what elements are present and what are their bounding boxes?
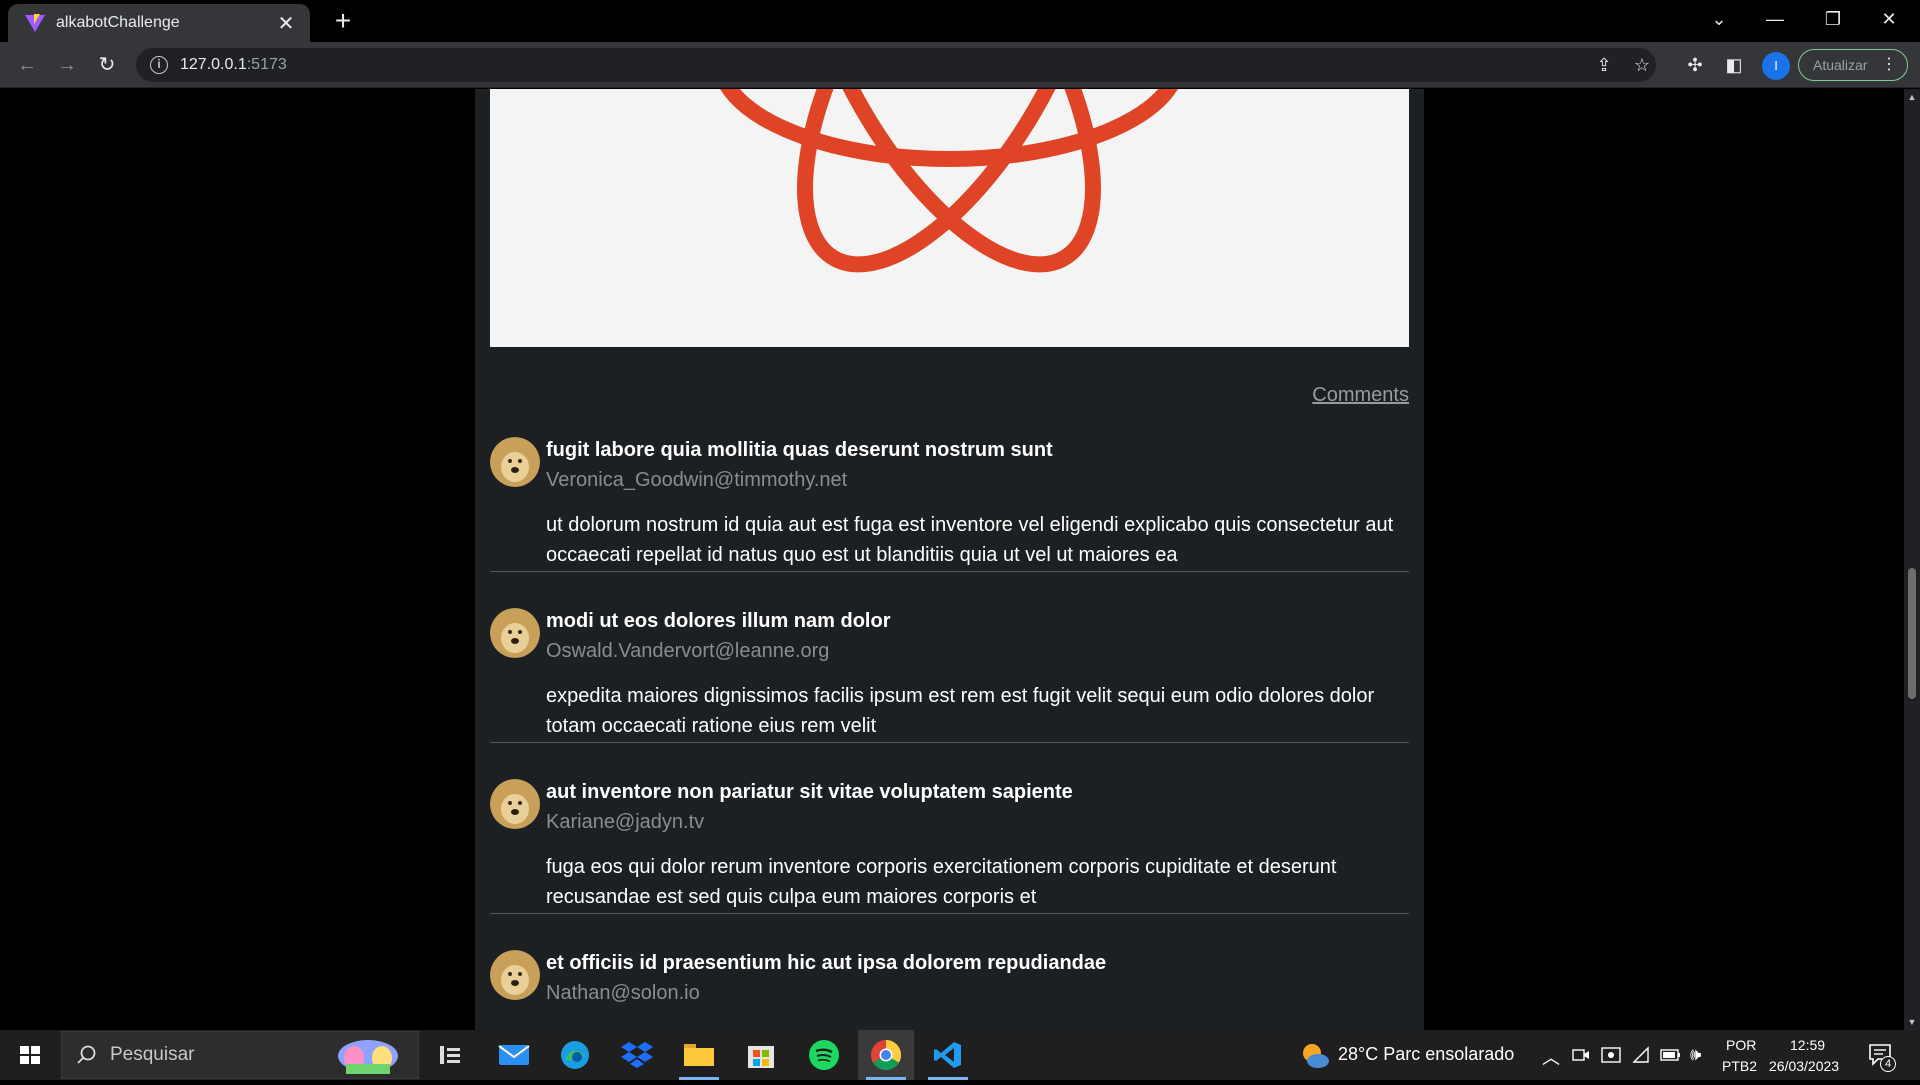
restore-button[interactable]: ❐: [1806, 0, 1860, 38]
comment-item: aut inventore non pariatur sit vitae vol…: [490, 779, 1409, 914]
clock-time[interactable]: 12:59: [1790, 1037, 1825, 1053]
doge-avatar: [490, 779, 540, 829]
clock-date[interactable]: 26/03/2023: [1769, 1058, 1839, 1074]
volume-icon[interactable]: 🕪: [1690, 1044, 1701, 1065]
microsoft-store-icon[interactable]: [733, 1030, 789, 1080]
comment-title: aut inventore non pariatur sit vitae vol…: [546, 781, 1073, 803]
url-text: 127.0.0.1:5173: [180, 56, 287, 73]
battery-icon[interactable]: [1660, 1047, 1682, 1063]
comment-body: expedita maiores dignissimos facilis ips…: [546, 685, 1375, 737]
doge-avatar: [490, 608, 540, 658]
taskbar-search-box[interactable]: Pesquisar: [61, 1031, 419, 1079]
doge-avatar: [490, 950, 540, 1000]
task-view-icon[interactable]: [422, 1030, 478, 1080]
site-info-icon[interactable]: i: [150, 56, 168, 74]
search-icon: [77, 1045, 96, 1064]
vite-favicon-icon: [25, 14, 45, 32]
weather-partly-sunny-icon[interactable]: [1300, 1041, 1330, 1069]
scrollbar-thumb[interactable]: [1908, 568, 1916, 699]
show-hidden-icons-chevron-icon[interactable]: ︿: [1542, 1044, 1560, 1070]
update-label: Atualizar: [1813, 57, 1868, 73]
update-button[interactable]: Atualizar ⋮: [1798, 49, 1908, 81]
meet-now-icon[interactable]: [1572, 1046, 1590, 1064]
comment-email: Veronica_Goodwin@timmothy.net: [546, 469, 848, 491]
keyboard-layout[interactable]: PTB2: [1722, 1058, 1757, 1074]
doge-avatar: [490, 437, 540, 487]
tab-search-chevron-icon[interactable]: ⌄: [1692, 0, 1746, 38]
file-explorer-icon[interactable]: [671, 1030, 727, 1080]
post-card: Comments fugit labore quia mollitia quas…: [475, 89, 1424, 1030]
comment-title: modi ut eos dolores illum nam dolor: [546, 610, 891, 632]
comment-title: fugit labore quia mollitia quas deserunt…: [546, 439, 1053, 461]
defender-tray-icon[interactable]: [1601, 1046, 1621, 1064]
comment-email: Kariane@jadyn.tv: [546, 811, 705, 833]
mail-icon[interactable]: [486, 1030, 542, 1080]
browser-tab[interactable]: alkabotChallenge ✕: [8, 4, 310, 42]
share-icon[interactable]: ⇪: [1588, 48, 1620, 82]
edge-browser-icon[interactable]: [547, 1030, 603, 1080]
forward-button[interactable]: →: [51, 49, 83, 81]
dropbox-icon[interactable]: [609, 1030, 665, 1080]
comments-link[interactable]: Comments: [1312, 384, 1409, 407]
search-highlight-easter-egg-icon: [338, 1040, 398, 1074]
close-tab-icon[interactable]: ✕: [274, 11, 298, 36]
new-tab-button[interactable]: +: [324, 4, 362, 38]
extensions-puzzle-icon[interactable]: ✣: [1679, 49, 1711, 81]
post-image: [490, 89, 1409, 347]
windows-logo-icon: [20, 1046, 40, 1064]
language-code[interactable]: POR: [1726, 1037, 1756, 1053]
comment-item: et officiis id praesentium hic aut ipsa …: [490, 950, 1409, 1030]
scroll-down-arrow-icon[interactable]: ▼: [1904, 1014, 1920, 1030]
scroll-up-arrow-icon[interactable]: ▲: [1904, 89, 1920, 105]
comment-item: modi ut eos dolores illum nam dolor Oswa…: [490, 608, 1409, 743]
react-logo-icon: [720, 89, 1178, 273]
page-scrollbar[interactable]: ▲ ▼: [1904, 89, 1920, 1030]
comment-body: fuga eos qui dolor rerum inventore corpo…: [546, 856, 1337, 908]
back-button[interactable]: ←: [11, 49, 43, 81]
comment-email: Nathan@solon.io: [546, 982, 700, 1004]
spotify-icon[interactable]: [796, 1030, 852, 1080]
comment-item: fugit labore quia mollitia quas deserunt…: [490, 437, 1409, 572]
comment-email: Oswald.Vandervort@leanne.org: [546, 640, 830, 662]
minimize-button[interactable]: —: [1748, 0, 1802, 38]
vscode-icon[interactable]: [920, 1030, 976, 1080]
profile-avatar[interactable]: I: [1762, 52, 1790, 80]
comment-title: et officiis id praesentium hic aut ipsa …: [546, 952, 1107, 974]
menu-dots-icon[interactable]: ⋮: [1881, 50, 1897, 80]
comment-body: ut dolorum nostrum id quia aut est fuga …: [546, 514, 1394, 566]
reload-button[interactable]: ↻: [91, 49, 123, 81]
bookmark-star-icon[interactable]: ☆: [1626, 48, 1658, 82]
page-viewport: Comments fugit labore quia mollitia quas…: [0, 89, 1904, 1030]
start-button[interactable]: [0, 1030, 60, 1080]
browser-toolbar: ← → ↻ i 127.0.0.1:5173 ⇪ ☆ ✣ ◧: [0, 42, 1920, 88]
chrome-icon[interactable]: [858, 1030, 914, 1080]
windows-taskbar: Pesquisar 28°C Parc ensolarado ︿ 🕪 POR P…: [0, 1030, 1920, 1080]
search-placeholder: Pesquisar: [110, 1044, 195, 1065]
side-panel-icon[interactable]: ◧: [1718, 49, 1750, 81]
weather-text[interactable]: 28°C Parc ensolarado: [1338, 1044, 1514, 1065]
notification-count-badge: 4: [1880, 1056, 1896, 1072]
close-window-button[interactable]: ✕: [1862, 0, 1916, 38]
browser-title-bar: alkabotChallenge ✕ + ⌄ — ❐ ✕: [0, 0, 1920, 42]
tab-title: alkabotChallenge: [56, 14, 180, 31]
wifi-icon[interactable]: [1632, 1046, 1650, 1064]
address-bar[interactable]: i 127.0.0.1:5173 ⇪ ☆: [136, 48, 1656, 82]
